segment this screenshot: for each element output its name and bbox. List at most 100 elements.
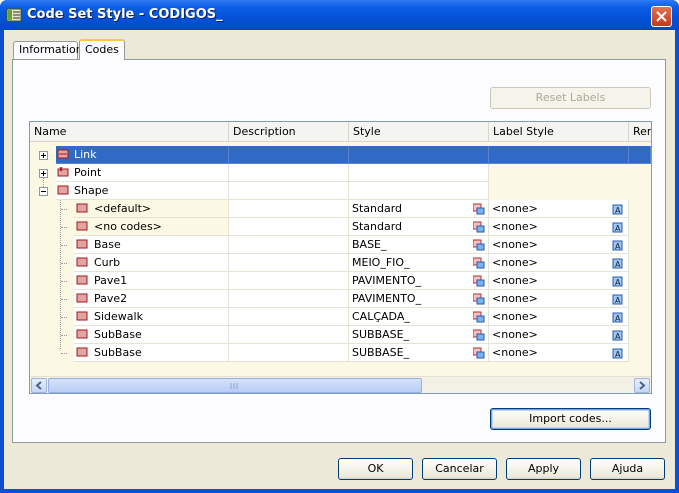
style-picker-icon[interactable] xyxy=(473,221,485,233)
style-picker-icon[interactable] xyxy=(473,347,485,359)
collapse-icon[interactable] xyxy=(39,187,48,196)
tab-information[interactable]: Information xyxy=(13,41,83,59)
table-row[interactable]: Link xyxy=(30,146,651,164)
style-picker-icon[interactable] xyxy=(473,293,485,305)
horizontal-scrollbar[interactable] xyxy=(30,376,651,393)
row-label-style[interactable]: <none> xyxy=(489,344,629,362)
row-style[interactable]: SUBBASE_ xyxy=(349,326,489,344)
style-picker-icon[interactable] xyxy=(473,275,485,287)
table-row[interactable]: Point xyxy=(30,164,651,182)
style-picker-icon[interactable] xyxy=(473,311,485,323)
row-name[interactable]: Pave1 xyxy=(74,272,229,290)
row-name[interactable]: Shape xyxy=(56,182,229,200)
row-label-style[interactable]: <none> xyxy=(489,200,629,218)
row-name[interactable]: SubBase xyxy=(74,326,229,344)
style-picker-icon[interactable] xyxy=(473,239,485,251)
table-row[interactable]: Curb MEIO_FIO_ <none> A xyxy=(30,254,651,272)
row-style[interactable]: BASE_ xyxy=(349,236,489,254)
row-label-style[interactable]: <none> xyxy=(489,272,629,290)
row-description[interactable] xyxy=(229,254,349,272)
table-row[interactable]: Sidewalk CALÇADA_ <none> A xyxy=(30,308,651,326)
row-description[interactable] xyxy=(229,146,349,164)
column-header-description[interactable]: Description xyxy=(229,122,349,142)
column-header-label-style[interactable]: Label Style xyxy=(489,122,629,142)
row-name[interactable]: Point xyxy=(56,164,229,182)
import-codes-button[interactable]: Import codes... xyxy=(490,408,651,430)
expand-icon[interactable] xyxy=(39,151,48,160)
title-bar[interactable]: Code Set Style - CODIGOS_ xyxy=(0,0,679,30)
row-style[interactable]: SUBBASE_ xyxy=(349,344,489,362)
row-name[interactable]: Pave2 xyxy=(74,290,229,308)
row-name[interactable]: Curb xyxy=(74,254,229,272)
table-row[interactable]: SubBase SUBBASE_ <none> A xyxy=(30,326,651,344)
column-header-style[interactable]: Style xyxy=(349,122,489,142)
label-style-picker-icon[interactable]: A xyxy=(611,257,623,269)
style-picker-icon[interactable] xyxy=(473,203,485,215)
label-style-picker-icon[interactable]: A xyxy=(611,221,623,233)
row-style[interactable]: Standard xyxy=(349,200,489,218)
label-style-picker-icon[interactable]: A xyxy=(611,293,623,305)
row-render[interactable] xyxy=(629,146,651,164)
row-label-style[interactable]: <none> xyxy=(489,218,629,236)
row-style[interactable] xyxy=(349,182,489,200)
row-name[interactable]: Link xyxy=(56,146,229,164)
tab-codes[interactable]: Codes xyxy=(79,39,125,60)
row-description[interactable] xyxy=(229,218,349,236)
label-style-picker-icon[interactable]: A xyxy=(611,329,623,341)
chevron-right-icon xyxy=(639,381,646,390)
scroll-right-button[interactable] xyxy=(634,378,650,393)
label-style-picker-icon[interactable]: A xyxy=(611,203,623,215)
row-name[interactable]: <no codes> xyxy=(74,218,229,236)
row-description[interactable] xyxy=(229,308,349,326)
row-style[interactable] xyxy=(349,164,489,182)
table-row[interactable]: SubBase SUBBASE_ <none> A xyxy=(30,344,651,362)
scroll-thumb[interactable] xyxy=(48,378,422,393)
row-style[interactable]: PAVIMENTO_ xyxy=(349,290,489,308)
ok-button[interactable]: OK xyxy=(338,458,413,480)
row-label-style[interactable] xyxy=(489,146,629,164)
row-description[interactable] xyxy=(229,200,349,218)
label-style-picker-icon[interactable]: A xyxy=(611,347,623,359)
close-button[interactable] xyxy=(651,6,672,27)
table-row[interactable]: Pave1 PAVIMENTO_ <none> A xyxy=(30,272,651,290)
row-description[interactable] xyxy=(229,344,349,362)
cancel-button[interactable]: Cancelar xyxy=(422,458,497,480)
row-label-style[interactable]: <none> xyxy=(489,236,629,254)
row-label-style[interactable]: <none> xyxy=(489,290,629,308)
row-label-style[interactable]: <none> xyxy=(489,308,629,326)
row-description[interactable] xyxy=(229,290,349,308)
row-description[interactable] xyxy=(229,326,349,344)
scroll-left-button[interactable] xyxy=(31,378,47,393)
label-style-picker-icon[interactable]: A xyxy=(611,311,623,323)
row-name[interactable]: Base xyxy=(74,236,229,254)
column-header-name[interactable]: Name xyxy=(30,122,229,142)
row-name[interactable]: Sidewalk xyxy=(74,308,229,326)
row-label-style[interactable]: <none> xyxy=(489,326,629,344)
row-style[interactable]: CALÇADA_ xyxy=(349,308,489,326)
row-name[interactable]: <default> xyxy=(74,200,229,218)
style-picker-icon[interactable] xyxy=(473,257,485,269)
apply-button[interactable]: Apply xyxy=(506,458,581,480)
style-picker-icon[interactable] xyxy=(473,329,485,341)
row-style[interactable] xyxy=(349,146,489,164)
row-description[interactable] xyxy=(229,182,349,200)
help-button[interactable]: Ajuda xyxy=(590,458,665,480)
label-style-picker-icon[interactable]: A xyxy=(611,275,623,287)
table-row[interactable]: Pave2 PAVIMENTO_ <none> A xyxy=(30,290,651,308)
table-row[interactable]: <no codes> Standard <none> A xyxy=(30,218,651,236)
row-description[interactable] xyxy=(229,164,349,182)
row-name[interactable]: SubBase xyxy=(74,344,229,362)
label-style-picker-icon[interactable]: A xyxy=(611,239,623,251)
table-row[interactable]: Base BASE_ <none> A xyxy=(30,236,651,254)
table-row[interactable]: Shape xyxy=(30,182,651,200)
column-header-render[interactable]: Rer xyxy=(629,122,651,142)
row-style[interactable]: Standard xyxy=(349,218,489,236)
expand-icon[interactable] xyxy=(39,169,48,178)
reset-labels-button[interactable]: Reset Labels xyxy=(490,87,651,109)
row-label-style[interactable]: <none> xyxy=(489,254,629,272)
table-row[interactable]: <default> Standard <none> A xyxy=(30,200,651,218)
row-style[interactable]: MEIO_FIO_ xyxy=(349,254,489,272)
row-description[interactable] xyxy=(229,236,349,254)
row-style[interactable]: PAVIMENTO_ xyxy=(349,272,489,290)
row-description[interactable] xyxy=(229,272,349,290)
